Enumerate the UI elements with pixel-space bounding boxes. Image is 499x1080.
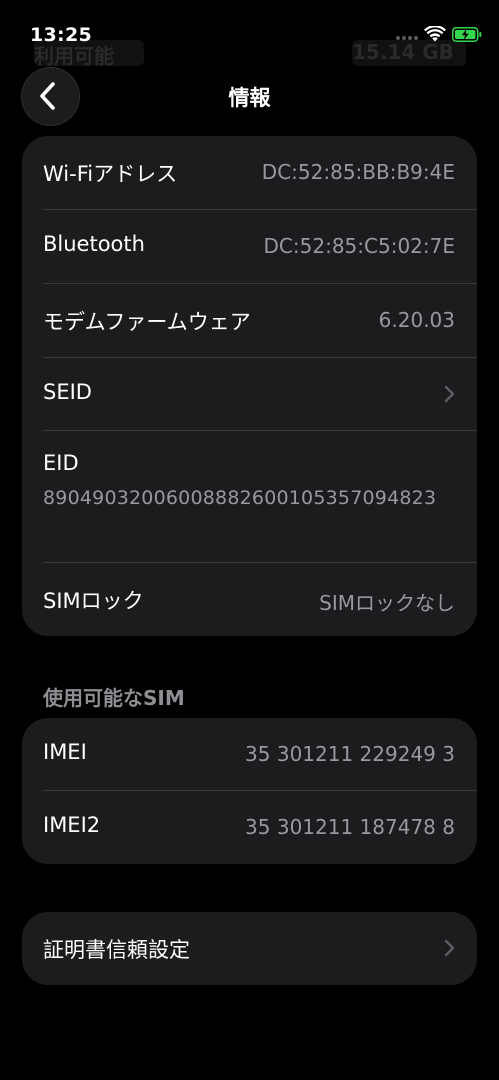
- bluetooth-label: Bluetooth: [43, 232, 145, 256]
- info-card: Wi-Fiアドレス DC:52:85:BB:B9:4E Bluetooth DC…: [22, 136, 477, 636]
- imei-value: 35 301211 229249 3: [245, 742, 455, 766]
- row-modem-firmware: モデムファームウェア 6.20.03: [22, 284, 477, 357]
- row-bluetooth: Bluetooth DC:52:85:C5:02:7E: [22, 210, 477, 283]
- chevron-right-icon: [444, 385, 455, 403]
- row-wifi-address: Wi-Fiアドレス DC:52:85:BB:B9:4E: [22, 136, 477, 209]
- sim-lock-value: SIMロックなし: [319, 591, 455, 615]
- section-header-available-sim: 使用可能なSIM: [43, 686, 185, 710]
- modem-firmware-label: モデムファームウェア: [43, 310, 251, 334]
- certificate-card: 証明書信頼設定: [22, 912, 477, 985]
- imei2-label: IMEI2: [43, 813, 101, 837]
- certificate-trust-label: 証明書信頼設定: [43, 938, 190, 962]
- wifi-address-value: DC:52:85:BB:B9:4E: [261, 160, 455, 184]
- bluetooth-value: DC:52:85:C5:02:7E: [263, 234, 455, 258]
- seid-label: SEID: [43, 380, 92, 404]
- row-eid: EID 89049032006008882600105357094823: [22, 431, 477, 562]
- wifi-icon: [424, 26, 446, 42]
- sim-lock-label: SIMロック: [43, 589, 144, 613]
- eid-label: EID: [43, 451, 79, 475]
- wifi-address-label: Wi-Fiアドレス: [43, 162, 178, 186]
- battery-charging-icon: [452, 27, 482, 42]
- page-title: 情報: [228, 86, 271, 110]
- modem-firmware-value: 6.20.03: [378, 308, 455, 332]
- eid-value: 89049032006008882600105357094823: [43, 487, 437, 509]
- chevron-right-icon: [444, 939, 455, 957]
- row-sim-lock: SIMロック SIMロックなし: [22, 563, 477, 636]
- status-bar: 利用可能 15.14 GB 13:25: [0, 0, 499, 66]
- row-imei: IMEI 35 301211 229249 3: [22, 718, 477, 790]
- imei2-value: 35 301211 187478 8: [245, 815, 455, 839]
- cellular-signal-icon: [396, 36, 418, 42]
- status-time: 13:25: [30, 24, 92, 46]
- row-certificate-trust-settings[interactable]: 証明書信頼設定: [22, 912, 477, 985]
- imei-label: IMEI: [43, 740, 87, 764]
- scrolled-content-ghost-right: 15.14 GB: [352, 40, 466, 66]
- sim-card: IMEI 35 301211 229249 3 IMEI2 35 301211 …: [22, 718, 477, 864]
- row-seid[interactable]: SEID: [22, 358, 477, 430]
- row-imei2: IMEI2 35 301211 187478 8: [22, 791, 477, 864]
